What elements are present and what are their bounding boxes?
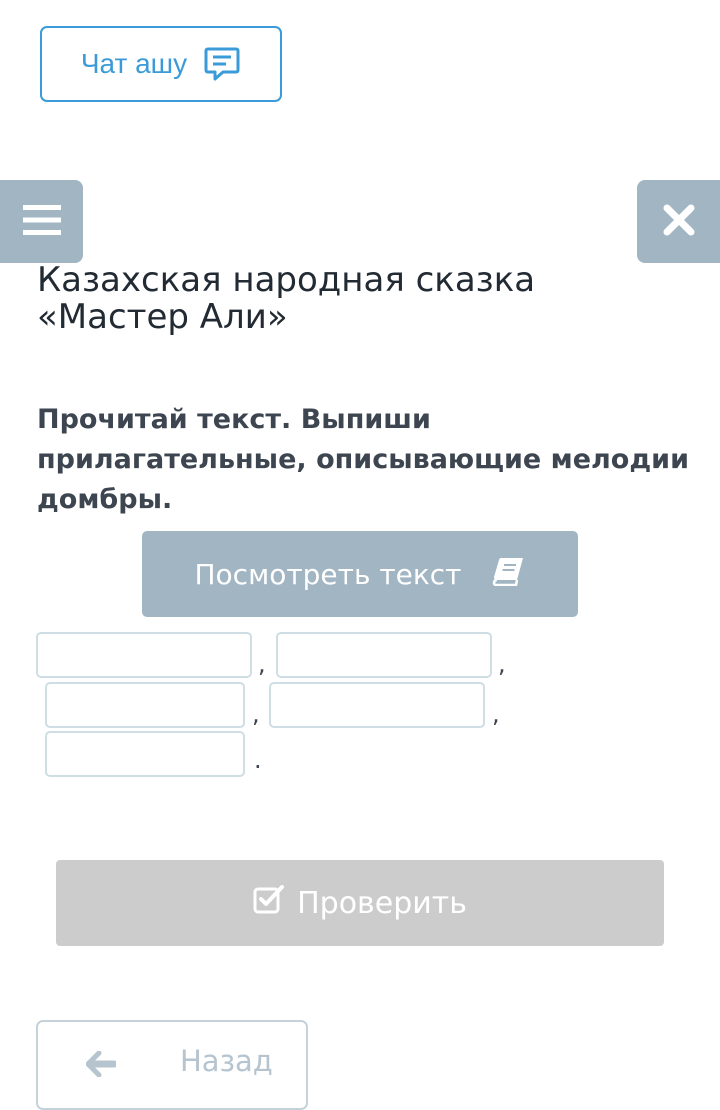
chat-button-label: Чат ашу [80, 48, 188, 79]
book-icon [492, 556, 526, 593]
answer-field-2[interactable] [276, 632, 492, 678]
comma-separator: , [492, 700, 500, 728]
chat-bubble-icon [203, 45, 241, 83]
chat-open-button[interactable]: Чат ашу [40, 26, 282, 102]
answer-field-1[interactable] [36, 632, 252, 678]
arrow-left-icon [85, 1050, 118, 1084]
comma-separator: , [252, 700, 260, 728]
task-instruction: Прочитай текст. Выпиши прилагательные, о… [37, 404, 689, 515]
answer-field-4[interactable] [269, 682, 485, 728]
answer-field-3[interactable] [45, 682, 245, 728]
back-button-label: Назад [180, 1044, 273, 1078]
period-separator: . [254, 746, 262, 774]
view-text-label: Посмотреть текст [194, 557, 462, 591]
lesson-title: Казахская народная сказка «Мастер Али» [37, 260, 536, 337]
checkbox-icon [253, 884, 285, 922]
comma-separator: , [258, 650, 266, 678]
hamburger-menu-icon [22, 203, 62, 241]
comma-separator: , [498, 650, 506, 678]
check-button[interactable]: Проверить [56, 860, 664, 946]
back-button[interactable]: Назад [36, 1020, 308, 1110]
answer-field-5[interactable] [45, 731, 245, 777]
check-button-label: Проверить [297, 885, 467, 921]
view-text-button[interactable]: Посмотреть текст [142, 531, 578, 617]
close-icon [662, 203, 696, 241]
menu-button[interactable] [0, 180, 83, 263]
close-button[interactable] [637, 180, 720, 263]
